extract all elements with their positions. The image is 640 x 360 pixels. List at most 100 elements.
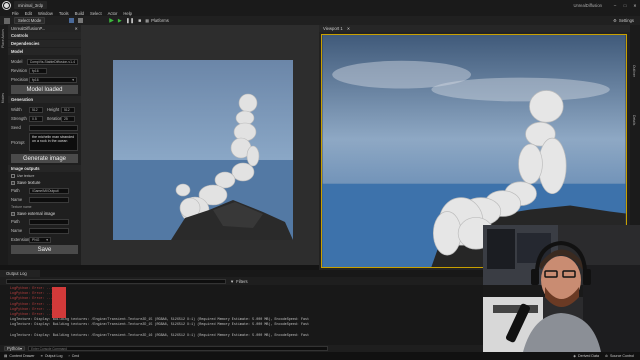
- viewport-close-icon[interactable]: ✕: [347, 26, 351, 31]
- console-input[interactable]: Enter Console Command: [28, 346, 329, 351]
- generated-image: [113, 60, 293, 240]
- external-path-field[interactable]: [29, 218, 69, 225]
- stop-icon[interactable]: ■: [138, 18, 141, 24]
- close-icon[interactable]: ✕: [630, 3, 640, 8]
- generation-section[interactable]: Generation: [8, 96, 81, 103]
- output-log-tab[interactable]: Output Log: [0, 270, 40, 277]
- outliner-tab[interactable]: Outliner: [632, 65, 636, 77]
- height-value: 512: [64, 107, 70, 112]
- play-options-icon[interactable]: ▶: [118, 18, 122, 24]
- select-mode-button[interactable]: Select Mode: [14, 17, 46, 24]
- external-name-field[interactable]: [29, 227, 69, 234]
- platforms-icon: ▦: [145, 18, 150, 23]
- status-bar: ▤ Content Drawer ≡ Output Log › Cmd ◈ De…: [0, 352, 640, 360]
- project-tab[interactable]: minimal_3rdp: [14, 1, 48, 9]
- details-label: Details: [632, 115, 636, 126]
- revision-label: Revision: [11, 68, 28, 73]
- title-bar: minimal_3rdp UnrealDiffusion – □ ✕: [0, 0, 640, 10]
- outliner-label: Outliner: [632, 65, 636, 77]
- menu-edit[interactable]: Edit: [25, 11, 32, 16]
- save-external-checkbox[interactable]: [11, 211, 15, 216]
- generate-image-button[interactable]: Generate image: [11, 154, 78, 163]
- texture-path-field[interactable]: /Game/MI/Output/: [29, 187, 69, 194]
- details-tab[interactable]: Details: [632, 115, 636, 125]
- select-mode-label: Select Mode: [18, 18, 42, 23]
- console-mode-dropdown[interactable]: Python ▾: [4, 346, 26, 351]
- console-placeholder: Enter Console Command: [31, 346, 67, 351]
- model-label: Model: [11, 59, 23, 64]
- precision-value: fp16: [32, 77, 39, 82]
- revision-field[interactable]: fp16: [29, 67, 47, 74]
- precision-dropdown[interactable]: fp16 ▾: [29, 76, 77, 83]
- width-field[interactable]: 512: [29, 106, 43, 113]
- derived-data-button[interactable]: ◈ Derived Data: [573, 354, 599, 358]
- viewport-tab[interactable]: Viewport 1 ✕: [319, 25, 630, 32]
- texture-name-field[interactable]: [29, 196, 69, 203]
- save-texture-checkbox[interactable]: [11, 180, 15, 185]
- plugin-panel-tab-label: UnrealDiffusionP...: [11, 26, 46, 31]
- modes-tab[interactable]: Modes: [1, 93, 5, 103]
- use-texture-checkbox[interactable]: [11, 174, 15, 178]
- cinematics-icon[interactable]: [78, 18, 84, 23]
- height-label: Height: [47, 107, 60, 112]
- controls-section[interactable]: Controls: [8, 32, 81, 39]
- unreal-logo-icon: [3, 1, 10, 9]
- menu-build[interactable]: Build: [75, 11, 84, 16]
- content-drawer-label: Content Drawer: [9, 354, 35, 358]
- minimize-icon[interactable]: –: [610, 3, 620, 8]
- image-outputs-section[interactable]: Image outputs: [8, 165, 81, 172]
- content-drawer-button[interactable]: ▤ Content Drawer: [4, 354, 35, 358]
- play-icon[interactable]: ▶: [109, 17, 114, 24]
- texture-name-hint: Texture name: [11, 205, 32, 209]
- extension-dropdown[interactable]: PNG ▾: [29, 236, 51, 243]
- strength-field[interactable]: 0.5: [29, 115, 43, 122]
- dependencies-section[interactable]: Dependencies: [8, 40, 81, 47]
- status-output-log-button[interactable]: ≡ Output Log: [41, 354, 63, 358]
- menu-tools[interactable]: Tools: [59, 11, 69, 16]
- derived-data-label: Derived Data: [578, 354, 599, 358]
- menu-select[interactable]: Select: [90, 11, 102, 16]
- cmd-icon: ›: [68, 354, 70, 358]
- prompt-textarea[interactable]: the michelin man stranded on a rock in t…: [29, 133, 78, 151]
- menu-file[interactable]: File: [12, 11, 19, 16]
- seed-label: Seed: [11, 125, 21, 130]
- source-control-button[interactable]: ⊘ Source Control: [605, 354, 634, 358]
- model-heading: Model: [11, 49, 24, 54]
- pause-icon[interactable]: ❚❚: [126, 18, 134, 24]
- generation-heading: Generation: [11, 97, 34, 102]
- image-outputs-heading: Image outputs: [11, 166, 40, 171]
- log-search-input[interactable]: [6, 278, 226, 284]
- close-tab-icon[interactable]: ✕: [74, 26, 78, 31]
- chevron-down-icon: ▾: [72, 77, 74, 82]
- settings-label: Settings: [618, 18, 634, 23]
- iterations-value: 25: [64, 116, 68, 121]
- texture-path-value: /Game/MI/Output/: [32, 188, 59, 193]
- model-section[interactable]: Model: [8, 48, 81, 55]
- filters-button[interactable]: ▼ Filters: [230, 279, 248, 284]
- settings-button[interactable]: ⚙ Settings: [613, 18, 634, 23]
- model-field[interactable]: CompVis-StableDiffusion-v1-4: [26, 58, 78, 65]
- plugin-panel-tab[interactable]: UnrealDiffusionP... ✕: [8, 25, 81, 32]
- place-actors-label: Place Actors: [1, 29, 5, 48]
- menu-window[interactable]: Window: [38, 11, 53, 16]
- place-actors-tab[interactable]: Place Actors: [1, 29, 5, 48]
- source-control-label: Source Control: [610, 354, 634, 358]
- menu-actor[interactable]: Actor: [108, 11, 118, 16]
- model-loaded-button[interactable]: Model loaded: [11, 85, 78, 94]
- blueprint-icon[interactable]: [69, 18, 75, 23]
- iterations-field[interactable]: 25: [61, 115, 75, 122]
- prompt-label: Prompt: [11, 139, 25, 145]
- maximize-icon[interactable]: □: [620, 3, 630, 8]
- viewport-tab-label: Viewport 1: [323, 26, 343, 31]
- filters-label: Filters: [236, 278, 248, 284]
- save-button[interactable]: Save: [11, 245, 78, 254]
- extension-label: Extension: [11, 237, 30, 242]
- height-field[interactable]: 512: [61, 106, 75, 113]
- seed-field[interactable]: [29, 124, 78, 131]
- save-icon[interactable]: [4, 17, 10, 24]
- console-chevron-icon: ▾: [20, 346, 23, 351]
- derived-data-icon: ◈: [573, 354, 577, 358]
- menu-help[interactable]: Help: [123, 11, 132, 16]
- cmd-button[interactable]: › Cmd: [68, 354, 79, 358]
- platforms-button[interactable]: ▦ Platforms: [145, 18, 169, 23]
